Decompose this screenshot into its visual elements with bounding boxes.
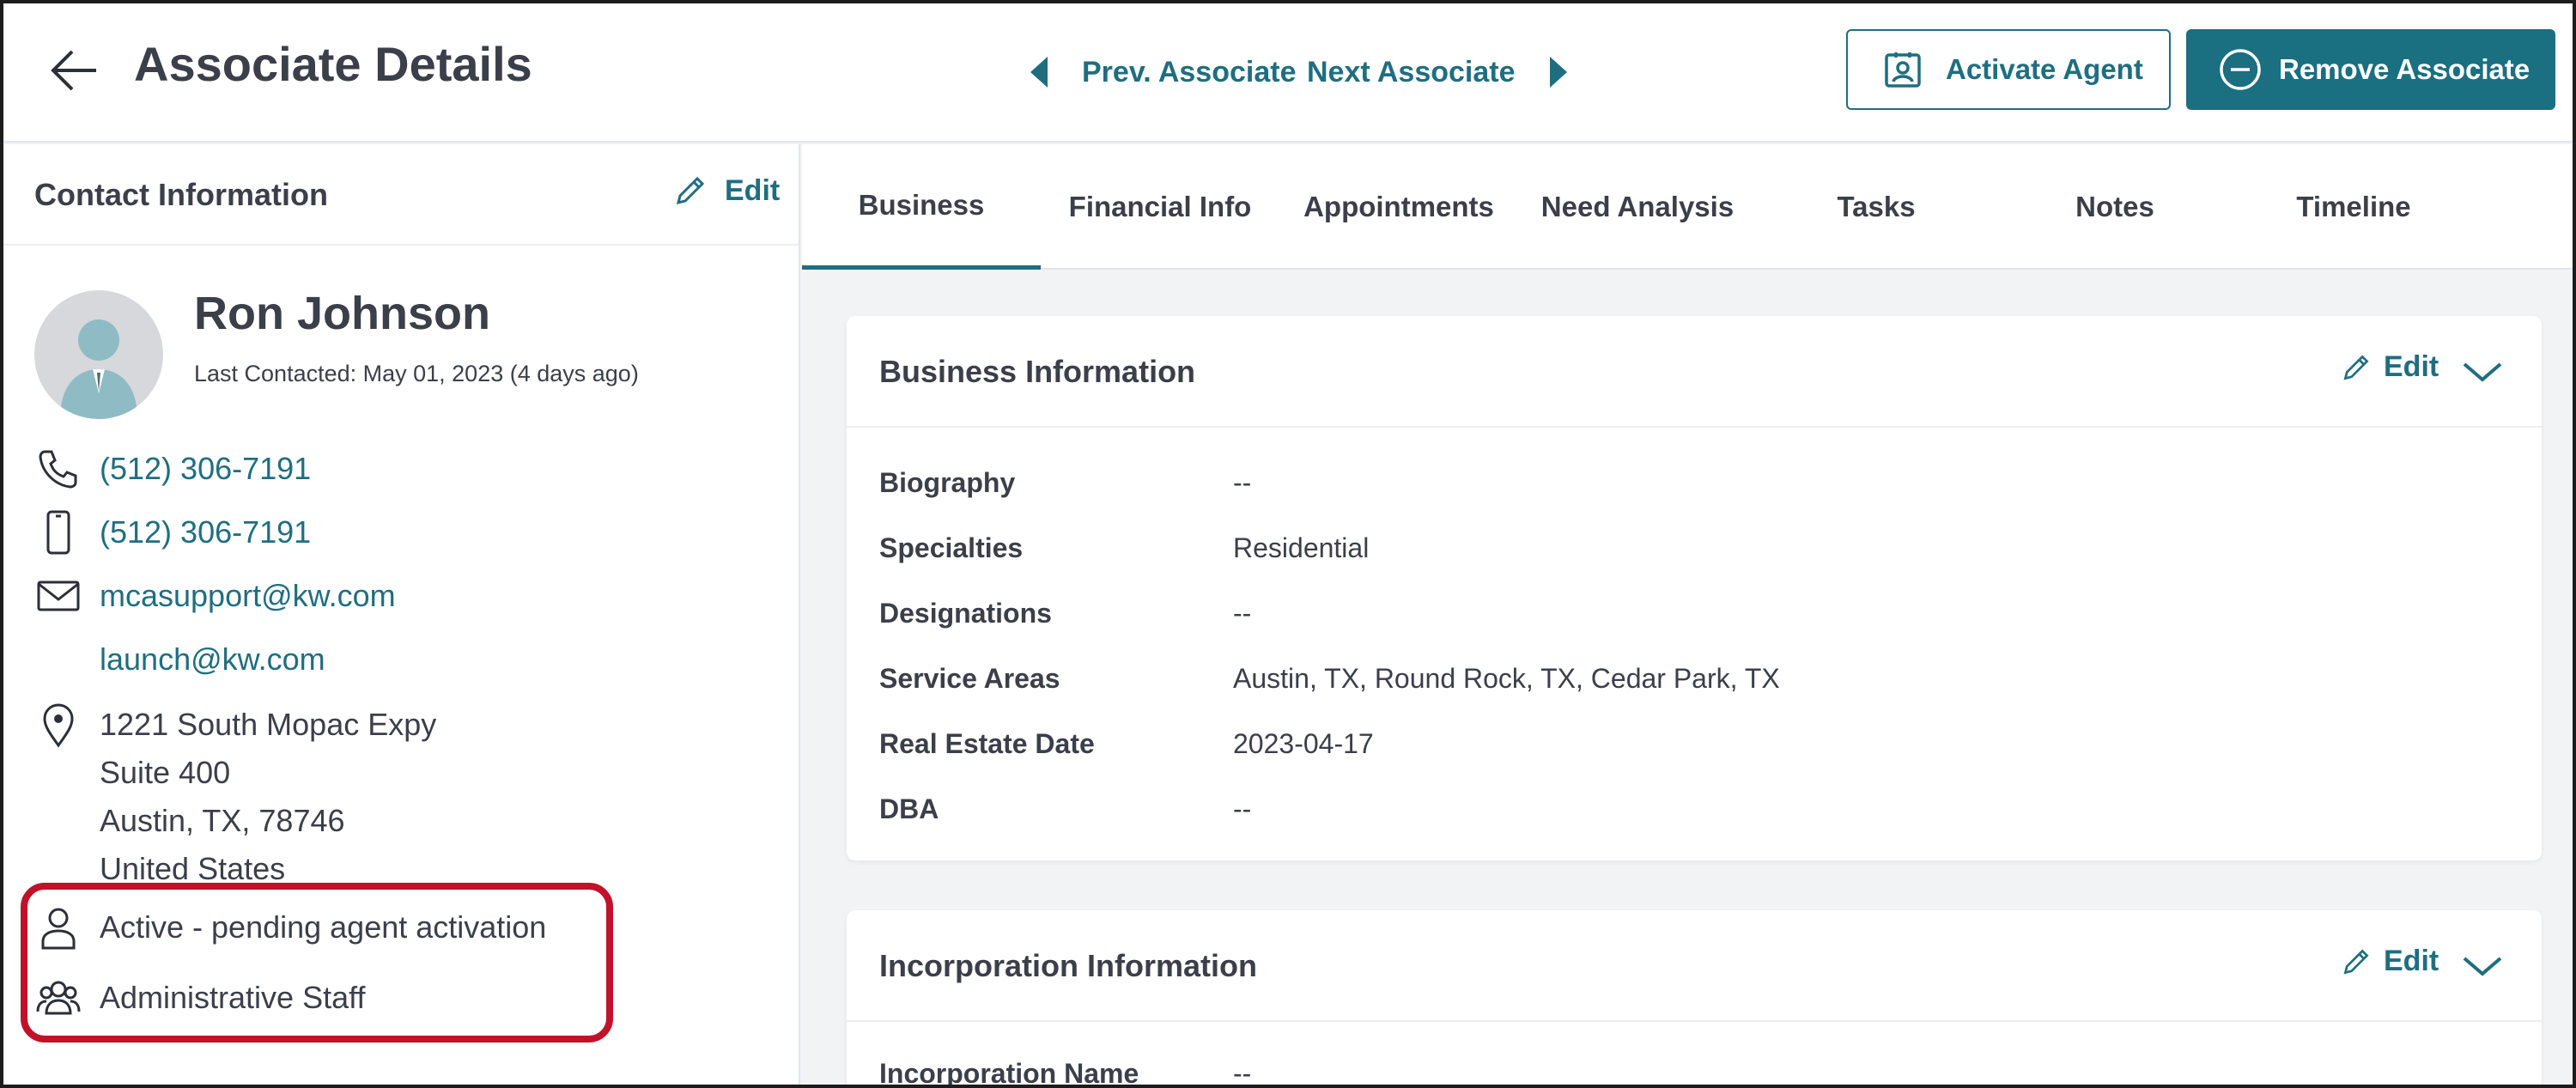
- address-block: 1221 South Mopac Expy Suite 400 Austin, …: [100, 701, 436, 893]
- user-silhouette-icon: [60, 319, 137, 419]
- caret-left-icon: [1030, 57, 1048, 88]
- field-label: Designations: [879, 598, 1052, 629]
- business-edit-label: Edit: [2384, 350, 2439, 383]
- tab-business[interactable]: Business: [802, 144, 1041, 270]
- field-value: Residential: [1233, 532, 1370, 563]
- mobile-row: (512) 306-7191: [34, 508, 311, 556]
- field-value: Austin, TX, Round Rock, TX, Cedar Park, …: [1233, 663, 1780, 694]
- caret-right-icon: [1549, 57, 1567, 88]
- business-info-header: Business Information Edit: [847, 316, 2542, 428]
- field-label: Biography: [879, 467, 1016, 498]
- field-label: DBA: [879, 793, 939, 824]
- location-pin-icon: [43, 703, 74, 748]
- envelope-icon: [37, 580, 80, 611]
- field-row-incorporation-name: Incorporation Name --: [879, 1058, 1252, 1088]
- incorporation-edit-label: Edit: [2384, 945, 2439, 977]
- contact-section-title: Contact Information: [34, 177, 328, 212]
- field-value: 2023-04-17: [1233, 728, 1374, 759]
- field-label: Incorporation Name: [879, 1058, 1139, 1088]
- chevron-down-icon[interactable]: [2461, 953, 2504, 979]
- address-row: 1221 South Mopac Expy Suite 400 Austin, …: [34, 701, 436, 893]
- next-associate-label: Next Associate: [1307, 55, 1516, 88]
- phone-link[interactable]: (512) 306-7191: [100, 445, 311, 493]
- contact-edit-label: Edit: [725, 173, 781, 207]
- incorporation-info-title: Incorporation Information: [879, 948, 1257, 983]
- avatar: [34, 290, 163, 419]
- field-row-designations: Designations --: [879, 598, 1251, 629]
- field-value: --: [1233, 467, 1252, 498]
- address-line-3: Austin, TX, 78746: [100, 803, 345, 838]
- business-edit-button[interactable]: Edit: [2341, 350, 2439, 384]
- contact-edit-button[interactable]: Edit: [673, 173, 780, 208]
- highlight-annotation: [21, 883, 613, 1042]
- pencil-icon: [2343, 354, 2369, 380]
- incorporation-info-card: Incorporation Information Edit Incorpora…: [847, 910, 2542, 1088]
- app-frame: Associate Details Prev. Associate Next A…: [0, 0, 2576, 1088]
- minus-circle-icon: [2220, 49, 2261, 90]
- contact-panel-header: Contact Information Edit: [3, 144, 799, 246]
- pencil-icon: [2343, 948, 2369, 974]
- email-secondary-row: launch@kw.com: [100, 635, 325, 684]
- address-line-1: 1221 South Mopac Expy: [100, 707, 437, 742]
- prev-associate-label: Prev. Associate: [1082, 55, 1297, 88]
- phone-row: (512) 306-7191: [34, 445, 311, 493]
- agent-card-icon: [1885, 52, 1921, 88]
- back-arrow-icon[interactable]: [48, 45, 101, 96]
- remove-associate-button[interactable]: Remove Associate: [2186, 29, 2555, 110]
- tab-notes[interactable]: Notes: [1996, 144, 2234, 270]
- field-row-biography: Biography --: [879, 467, 1251, 499]
- field-row-dba: DBA --: [879, 793, 1251, 825]
- business-info-title: Business Information: [879, 354, 1196, 389]
- next-associate-link[interactable]: Next Associate: [1307, 48, 1567, 96]
- field-label: Service Areas: [879, 663, 1060, 694]
- field-value: --: [1233, 1058, 1252, 1088]
- email-primary-link[interactable]: mcasupport@kw.com: [100, 572, 396, 620]
- page-title: Associate Details: [134, 37, 532, 91]
- activate-agent-button[interactable]: Activate Agent: [1846, 29, 2171, 110]
- field-row-specialties: Specialties Residential: [879, 532, 1369, 564]
- last-contacted-text: Last Contacted: May 01, 2023 (4 days ago…: [194, 361, 639, 386]
- activate-agent-label: Activate Agent: [1946, 53, 2143, 85]
- contact-panel: Contact Information Edit Ron Johnson Las…: [3, 144, 800, 1085]
- field-value: --: [1233, 598, 1252, 629]
- field-value: --: [1233, 793, 1252, 824]
- associate-name: Ron Johnson: [194, 288, 490, 339]
- email-secondary-link[interactable]: launch@kw.com: [100, 635, 325, 684]
- page-header: Associate Details Prev. Associate Next A…: [3, 3, 2573, 143]
- tab-tasks[interactable]: Tasks: [1757, 144, 1996, 270]
- tab-bar: Business Financial Info Appointments Nee…: [802, 144, 2573, 270]
- tab-timeline[interactable]: Timeline: [2234, 144, 2473, 270]
- prev-associate-link[interactable]: Prev. Associate: [1030, 48, 1296, 96]
- incorporation-edit-button[interactable]: Edit: [2341, 945, 2439, 978]
- pencil-icon: [676, 176, 705, 205]
- mobile-link[interactable]: (512) 306-7191: [100, 508, 311, 556]
- field-row-real-estate-date: Real Estate Date 2023-04-17: [879, 728, 1374, 760]
- address-line-2: Suite 400: [100, 755, 231, 790]
- email-row: mcasupport@kw.com: [34, 572, 396, 620]
- field-row-service-areas: Service Areas Austin, TX, Round Rock, TX…: [879, 663, 1780, 695]
- incorporation-info-header: Incorporation Information Edit: [847, 910, 2542, 1022]
- tab-need-analysis[interactable]: Need Analysis: [1518, 144, 1757, 270]
- phone-icon: [39, 450, 77, 489]
- field-label: Specialties: [879, 532, 1024, 563]
- mobile-phone-icon: [46, 510, 70, 555]
- field-label: Real Estate Date: [879, 728, 1095, 759]
- business-info-card: Business Information Edit Biography -- S…: [847, 316, 2542, 860]
- chevron-down-icon[interactable]: [2461, 359, 2504, 385]
- remove-associate-label: Remove Associate: [2279, 53, 2530, 85]
- tab-appointments[interactable]: Appointments: [1279, 144, 1518, 270]
- tab-financial-info[interactable]: Financial Info: [1041, 144, 1279, 270]
